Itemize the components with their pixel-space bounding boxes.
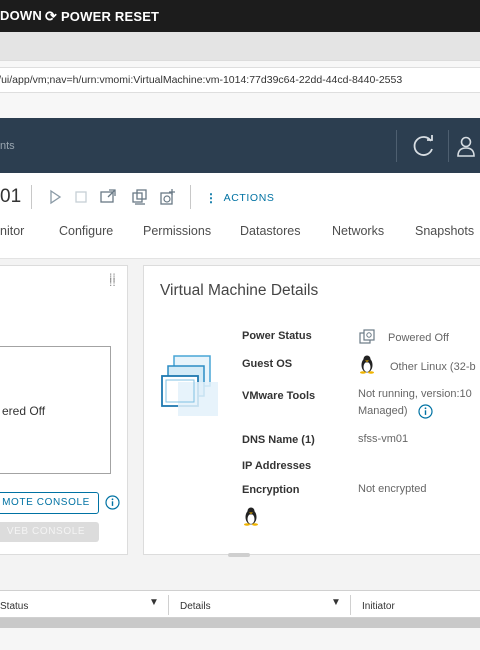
power-off-icon[interactable] <box>71 187 91 207</box>
vsphere-header: nts <box>0 118 480 173</box>
url-text: al/ui/app/vm;nav=h/urn:vmomi:VirtualMach… <box>0 74 403 86</box>
power-on-icon[interactable] <box>45 187 65 207</box>
vmware-tools-value-line2: Managed) <box>358 405 408 417</box>
horizontal-scrollbar[interactable] <box>0 618 480 628</box>
virtual-machine-icon <box>160 352 222 418</box>
filter-icon[interactable]: ▼ <box>331 597 341 608</box>
vm-object-header: 01 ⋮ ACTIONS nitor Configure Permissions… <box>0 173 480 258</box>
column-initiator[interactable]: Initiator <box>362 601 395 612</box>
tab-monitor[interactable]: nitor <box>0 224 24 238</box>
power-status-label: Power Status <box>242 330 312 342</box>
toolbar-divider <box>31 185 32 209</box>
screen: DOWN ⟳ POWER RESET al/ui/app/vm;nav=h/ur… <box>0 0 480 650</box>
filter-icon[interactable]: ▼ <box>149 597 159 608</box>
header-divider <box>448 130 449 162</box>
footer-area <box>0 628 480 650</box>
info-icon[interactable] <box>105 495 120 510</box>
column-details[interactable]: Details <box>180 601 211 612</box>
header-partial-text: nts <box>0 140 15 152</box>
address-bar[interactable]: al/ui/app/vm;nav=h/urn:vmomi:VirtualMach… <box>0 67 480 93</box>
vm-details-card: Virtual Machine Details Power Status Pow… <box>143 265 480 555</box>
new-vm-icon[interactable] <box>158 187 178 207</box>
shutdown-button[interactable]: DOWN <box>0 8 42 23</box>
console-status-text: ered Off <box>2 404 46 418</box>
ip-addresses-label: IP Addresses <box>242 460 312 472</box>
dns-name-label: DNS Name (1) <box>242 434 315 446</box>
column-divider <box>168 595 169 615</box>
refresh-icon[interactable] <box>410 132 438 160</box>
actions-label: ACTIONS <box>223 192 275 204</box>
card-title: Virtual Machine Details <box>160 282 319 299</box>
launch-remote-console-button[interactable]: MOTE CONSOLE <box>0 492 99 514</box>
linux-penguin-icon <box>242 506 260 526</box>
encryption-label: Encryption <box>242 484 300 496</box>
encryption-value: Not encrypted <box>358 483 427 495</box>
power-control-bar: DOWN ⟳ POWER RESET <box>0 0 480 32</box>
column-status[interactable]: Status <box>0 601 28 612</box>
vmware-tools-label: VMware Tools <box>242 390 316 402</box>
tab-bar: nitor Configure Permissions Datastores N… <box>0 221 480 245</box>
launch-console-icon[interactable] <box>98 187 118 207</box>
tab-snapshots[interactable]: Snapshots <box>415 224 474 238</box>
console-thumbnail[interactable]: ered Off <box>0 346 111 474</box>
vertical-dots-icon: ⋮ <box>205 191 218 205</box>
dns-name-value: sfss-vm01 <box>358 433 409 445</box>
launch-web-console-button[interactable]: VEB CONSOLE <box>0 522 99 542</box>
tab-networks[interactable]: Networks <box>332 224 384 238</box>
user-icon[interactable] <box>455 132 479 160</box>
power-reset-button[interactable]: ⟳ POWER RESET <box>45 8 159 25</box>
browser-toolbar: al/ui/app/vm;nav=h/urn:vmomi:VirtualMach… <box>0 60 480 118</box>
tab-configure[interactable]: Configure <box>59 224 113 238</box>
vm-name: 01 <box>0 186 22 207</box>
recent-tasks-header: Status ▼ Details ▼ Initiator <box>0 590 480 618</box>
guest-os-value: Other Linux (32-b <box>390 361 476 373</box>
browser-tab-strip <box>0 32 480 60</box>
linux-penguin-icon <box>358 354 376 374</box>
shutdown-label: DOWN <box>0 8 42 23</box>
tab-permissions[interactable]: Permissions <box>143 224 211 238</box>
migrate-icon[interactable] <box>129 187 149 207</box>
resize-handle[interactable] <box>228 553 250 557</box>
vm-power-icon <box>358 328 376 346</box>
power-reset-label: POWER RESET <box>60 9 160 24</box>
drag-handle-icon[interactable]: ⁞⁞ ⁞⁞ <box>109 272 116 288</box>
info-icon[interactable] <box>418 404 433 419</box>
console-card: ⁞⁞ ⁞⁞ ered Off MOTE CONSOLE VEB CONSOLE <box>0 265 128 555</box>
vmware-tools-value: Not running, version:10 <box>358 388 472 400</box>
toolbar-divider <box>190 185 191 209</box>
tab-datastores[interactable]: Datastores <box>240 224 300 238</box>
column-divider <box>350 595 351 615</box>
header-divider <box>396 130 397 162</box>
reset-icon: ⟳ <box>45 8 57 24</box>
guest-os-label: Guest OS <box>242 358 293 370</box>
summary-content: ⁞⁞ ⁞⁞ ered Off MOTE CONSOLE VEB CONSOLE V… <box>0 258 480 590</box>
actions-menu[interactable]: ⋮ ACTIONS <box>205 191 274 205</box>
power-status-value: Powered Off <box>388 332 449 344</box>
